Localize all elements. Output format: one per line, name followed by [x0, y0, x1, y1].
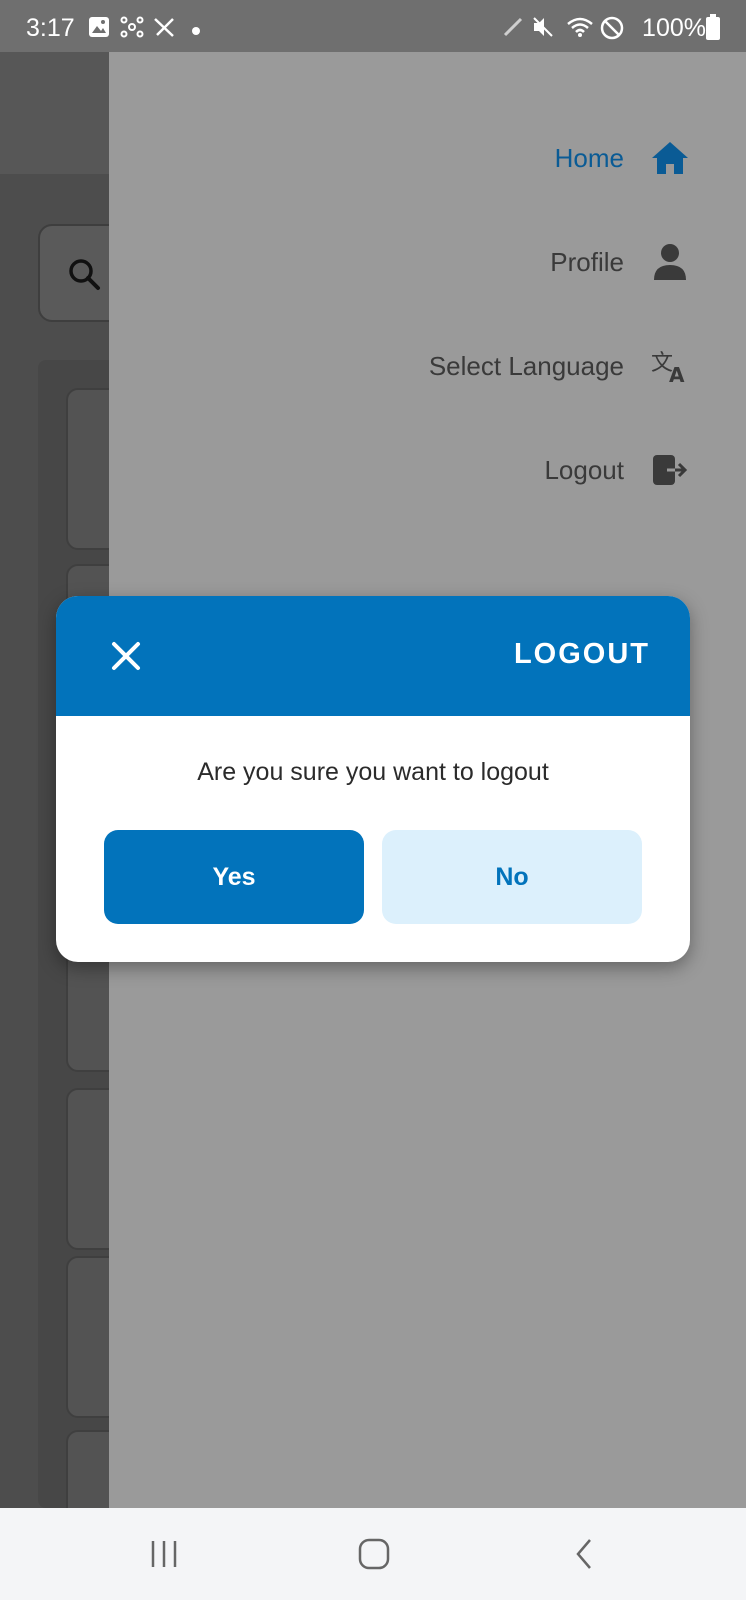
system-nav-bar — [0, 1508, 746, 1600]
drawer-item-profile[interactable]: Profile — [550, 232, 746, 292]
network-icon — [120, 16, 144, 38]
drawer-item-label: Select Language — [428, 350, 624, 381]
dialog-header: LOGOUT — [56, 596, 690, 716]
drawer-item-label: Profile — [550, 246, 624, 277]
drawer-item-select-language[interactable]: Select Language 文 A — [429, 336, 746, 396]
recents-icon — [151, 1541, 177, 1567]
yes-button[interactable]: Yes — [104, 830, 364, 924]
home-button[interactable] — [344, 1532, 404, 1576]
status-time: 3:17 — [26, 14, 75, 42]
drawer-item-logout[interactable]: Logout — [544, 440, 746, 500]
close-icon[interactable] — [108, 638, 144, 674]
back-icon — [576, 1539, 591, 1569]
status-bar: 3:17 100% — [0, 0, 746, 52]
search-icon — [69, 259, 100, 290]
logout-dialog: LOGOUT Are you sure you want to logout Y… — [56, 596, 690, 962]
battery-level: 100% — [642, 14, 706, 42]
dialog-title: LOGOUT — [513, 638, 650, 670]
wifi-icon — [567, 17, 593, 37]
logout-icon — [648, 448, 692, 492]
svg-text:A: A — [669, 363, 685, 384]
pen-icon — [503, 17, 523, 37]
mute-icon — [533, 17, 553, 37]
no-edit-icon — [154, 18, 174, 37]
drawer-item-label: Home — [554, 142, 624, 173]
gallery-icon — [89, 17, 109, 37]
dot-icon — [192, 27, 200, 35]
home-icon — [648, 136, 692, 180]
back-button[interactable] — [554, 1532, 614, 1576]
recents-button[interactable] — [134, 1532, 194, 1576]
drawer-item-home[interactable]: Home — [555, 128, 746, 188]
drawer-item-label: Logout — [544, 454, 624, 485]
no-button[interactable]: No — [382, 830, 642, 924]
dnd-icon — [600, 16, 624, 40]
translate-icon: 文 A — [648, 344, 692, 388]
dialog-message: Are you sure you want to logout — [197, 758, 549, 786]
battery-icon — [706, 14, 720, 40]
person-icon — [648, 240, 692, 284]
home-icon — [358, 1538, 390, 1570]
